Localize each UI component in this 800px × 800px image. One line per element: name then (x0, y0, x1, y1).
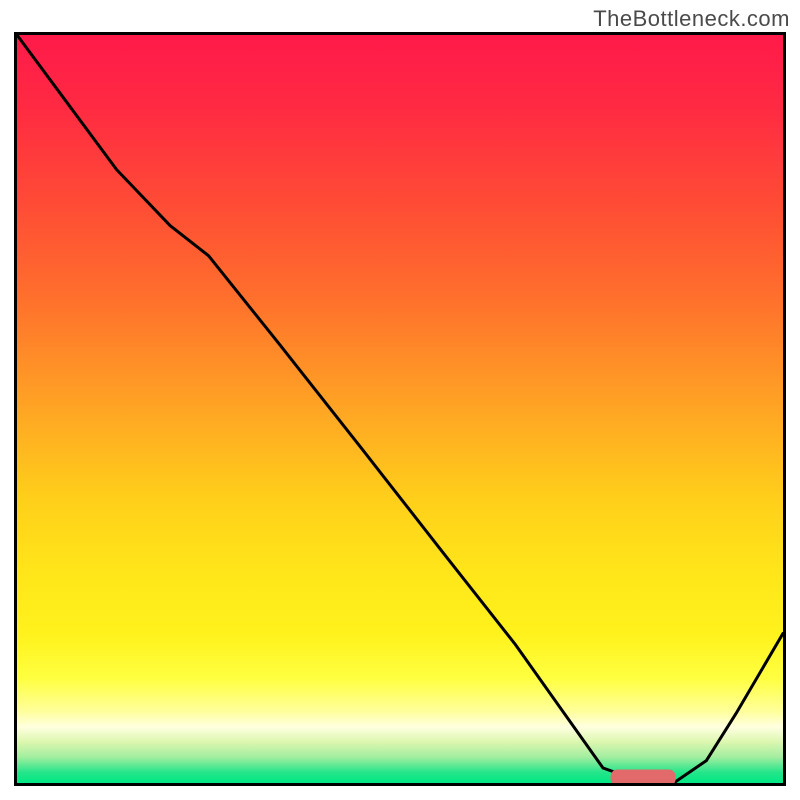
plot-area (14, 32, 786, 786)
chart-svg (17, 35, 783, 783)
watermark-text: TheBottleneck.com (593, 6, 790, 32)
optimal-range-marker (611, 770, 676, 784)
gradient-background (17, 35, 783, 783)
chart-container: TheBottleneck.com (0, 0, 800, 800)
